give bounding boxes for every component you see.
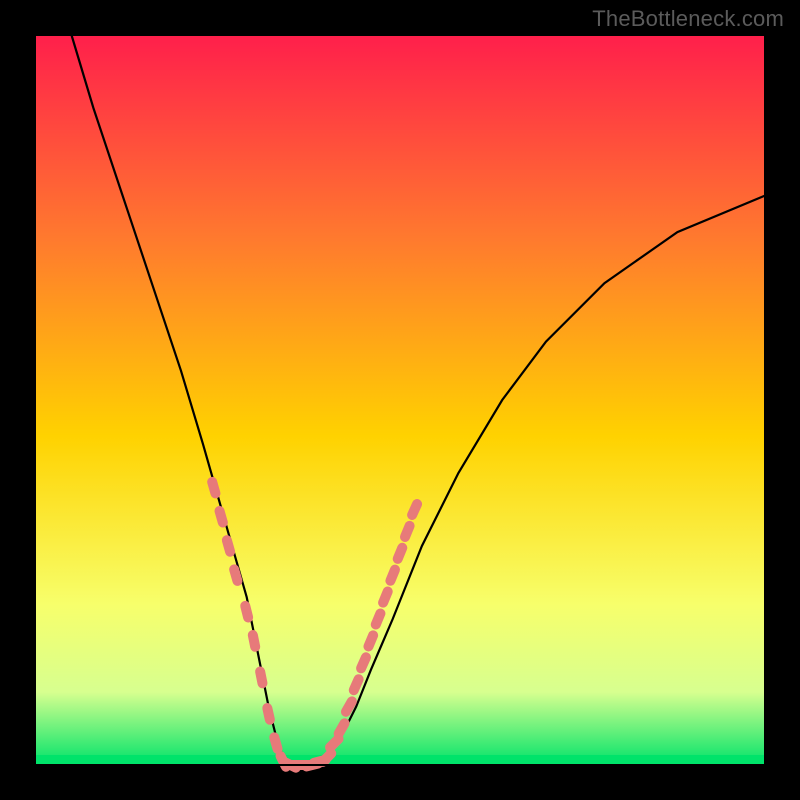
chart-stage: TheBottleneck.com bbox=[0, 0, 800, 800]
watermark-text: TheBottleneck.com bbox=[592, 6, 784, 32]
baseline-band bbox=[35, 755, 765, 765]
chart-svg bbox=[0, 0, 800, 800]
plot-background bbox=[35, 35, 765, 765]
